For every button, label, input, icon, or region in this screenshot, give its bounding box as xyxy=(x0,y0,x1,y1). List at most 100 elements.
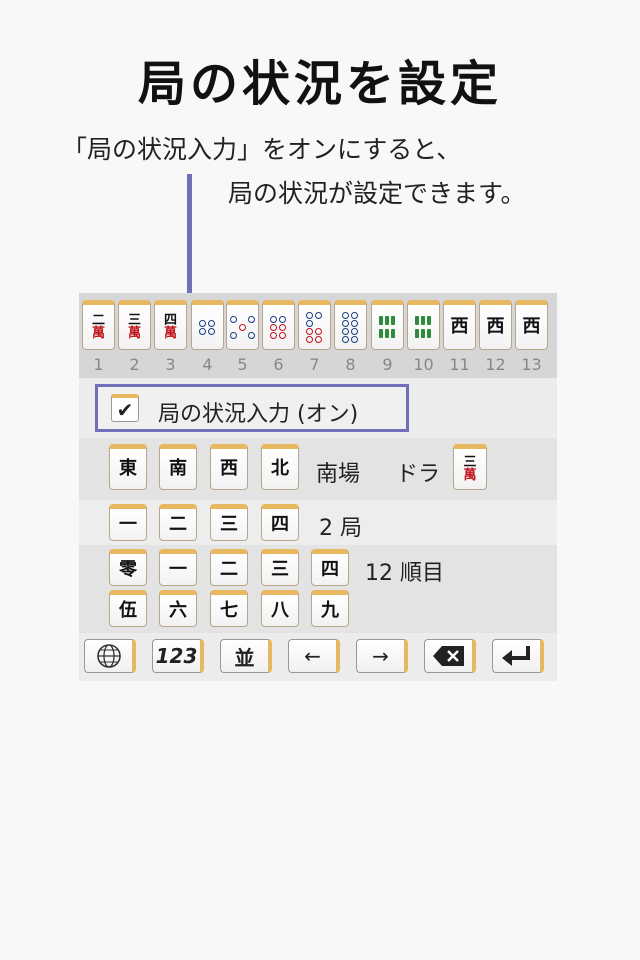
bamboo-stick xyxy=(385,329,389,338)
pin-dot xyxy=(315,311,322,319)
bamboo-stick xyxy=(385,316,389,325)
situation-toggle[interactable]: ✔ 局の状況入力 (オン) xyxy=(95,384,409,432)
tile-position-number: 3 xyxy=(165,355,176,374)
bamboo-stick xyxy=(379,329,383,338)
hand-tile[interactable] xyxy=(262,300,295,350)
hand-tile[interactable]: 三萬 xyxy=(118,300,151,350)
cursor-left-key[interactable]: ← xyxy=(288,639,340,673)
kyoku-tile-2[interactable]: 二 xyxy=(159,504,197,541)
hand-tile[interactable]: 西 xyxy=(515,300,548,350)
tile-position-number: 7 xyxy=(309,355,320,374)
backspace-icon xyxy=(432,646,464,666)
tile-suit: 萬 xyxy=(163,326,177,341)
junme-label: 12 順目 xyxy=(365,561,444,586)
junme-tile-3[interactable]: 三 xyxy=(261,549,299,586)
hand-tile[interactable] xyxy=(371,300,404,350)
junme-tile-6[interactable]: 六 xyxy=(159,590,197,627)
tile-position-number: 6 xyxy=(273,355,284,374)
dora-tile[interactable]: 三 萬 xyxy=(453,444,487,490)
pin-dot xyxy=(279,315,286,323)
pin-dot xyxy=(239,316,246,323)
tile-position-number: 11 xyxy=(449,355,470,374)
wind-tile-east[interactable]: 東 xyxy=(109,444,147,490)
bamboo-stick xyxy=(427,329,431,338)
hand-tile[interactable] xyxy=(191,300,224,350)
return-icon xyxy=(501,646,530,666)
bamboo-stick xyxy=(421,316,425,325)
dora-label: ドラ xyxy=(396,462,441,487)
junme-tile-4[interactable]: 四 xyxy=(311,549,349,586)
hand-tile[interactable] xyxy=(298,300,331,350)
pin-dot xyxy=(279,323,286,331)
tile-position-number: 13 xyxy=(521,355,542,374)
pin-dot xyxy=(342,311,349,319)
pin-dot xyxy=(351,327,358,335)
bamboo-stick xyxy=(415,329,419,338)
junme-tile-2[interactable]: 二 xyxy=(210,549,248,586)
kyoku-row: 一 二 三 四 2 局 xyxy=(79,500,557,545)
hand-tile[interactable] xyxy=(226,300,259,350)
junme-tile-1[interactable]: 一 xyxy=(159,549,197,586)
tile-suit: 萬 xyxy=(127,326,141,341)
bamboo-stick xyxy=(427,316,431,325)
kyoku-tile-4[interactable]: 四 xyxy=(261,504,299,541)
cursor-right-key[interactable]: → xyxy=(356,639,408,673)
mahjong-keyboard: 二萬 1 三萬 2 四萬 3 4 5 6 7 8 9 10 西 11 西 12 西 13 ✔ 局の状況入力 (オン)… xyxy=(79,293,557,681)
pin-dot xyxy=(306,319,313,327)
bamboo-sticks-icon xyxy=(415,316,432,338)
junme-tile-9[interactable]: 九 xyxy=(311,590,349,627)
wind-tile-south[interactable]: 南 xyxy=(159,444,197,490)
tile-position-number: 9 xyxy=(382,355,393,374)
pin-dots-icon xyxy=(342,311,359,343)
tile-position-number: 2 xyxy=(129,355,140,374)
numbers-key[interactable]: 123 xyxy=(152,639,204,673)
bamboo-stick xyxy=(391,316,395,325)
tile-position-number: 5 xyxy=(237,355,248,374)
pin-dot xyxy=(230,324,237,331)
pin-dot xyxy=(229,331,237,339)
tile-position-number: 12 xyxy=(485,355,506,374)
pin-dot xyxy=(247,331,255,339)
hand-tile-row: 二萬 1 三萬 2 四萬 3 4 5 6 7 8 9 10 西 11 西 12 西 13 xyxy=(79,293,557,378)
pin-dot xyxy=(208,327,215,335)
junme-tile-7[interactable]: 七 xyxy=(210,590,248,627)
tile-position-number: 10 xyxy=(413,355,434,374)
enter-key[interactable] xyxy=(492,639,544,673)
hand-tile[interactable]: 西 xyxy=(443,300,476,350)
tile-position-number: 8 xyxy=(345,355,356,374)
hand-tile[interactable]: 西 xyxy=(479,300,512,350)
pin-dots-icon xyxy=(306,311,323,343)
pin-dot xyxy=(351,319,358,327)
hand-tile[interactable] xyxy=(407,300,440,350)
pin-dot xyxy=(342,327,349,335)
page-title: 局の状況を設定 xyxy=(137,56,502,112)
globe-icon xyxy=(96,644,121,668)
pin-dot xyxy=(229,315,237,323)
kanji-key[interactable]: 並 xyxy=(220,639,272,673)
wind-tile-north[interactable]: 北 xyxy=(261,444,299,490)
wind-tile-west[interactable]: 西 xyxy=(210,444,248,490)
pin-dots-icon xyxy=(270,315,287,339)
pin-dot xyxy=(199,327,206,335)
pin-dot xyxy=(306,327,313,335)
backspace-key[interactable] xyxy=(424,639,476,673)
junme-tile-8[interactable]: 八 xyxy=(261,590,299,627)
pin-dot xyxy=(208,319,215,327)
junme-row: 零 一 二 三 四 12 順目 伍 六 七 八 九 xyxy=(79,545,557,633)
hand-tile[interactable] xyxy=(334,300,367,350)
kyoku-tile-3[interactable]: 三 xyxy=(210,504,248,541)
pin-dot xyxy=(247,315,255,323)
dora-tile-suit: 萬 xyxy=(463,468,477,483)
bamboo-stick xyxy=(391,329,395,338)
hand-tile[interactable]: 四萬 xyxy=(154,300,187,350)
junme-tile-0[interactable]: 零 xyxy=(109,549,147,586)
checkbox-icon[interactable]: ✔ xyxy=(111,394,139,422)
hand-tile[interactable]: 二萬 xyxy=(82,300,115,350)
globe-key[interactable] xyxy=(84,639,136,673)
pin-dot xyxy=(315,335,322,343)
pin-dot xyxy=(315,320,322,327)
pin-dot xyxy=(342,335,349,343)
pin-dot xyxy=(279,331,286,339)
kyoku-tile-1[interactable]: 一 xyxy=(109,504,147,541)
junme-tile-5[interactable]: 伍 xyxy=(109,590,147,627)
